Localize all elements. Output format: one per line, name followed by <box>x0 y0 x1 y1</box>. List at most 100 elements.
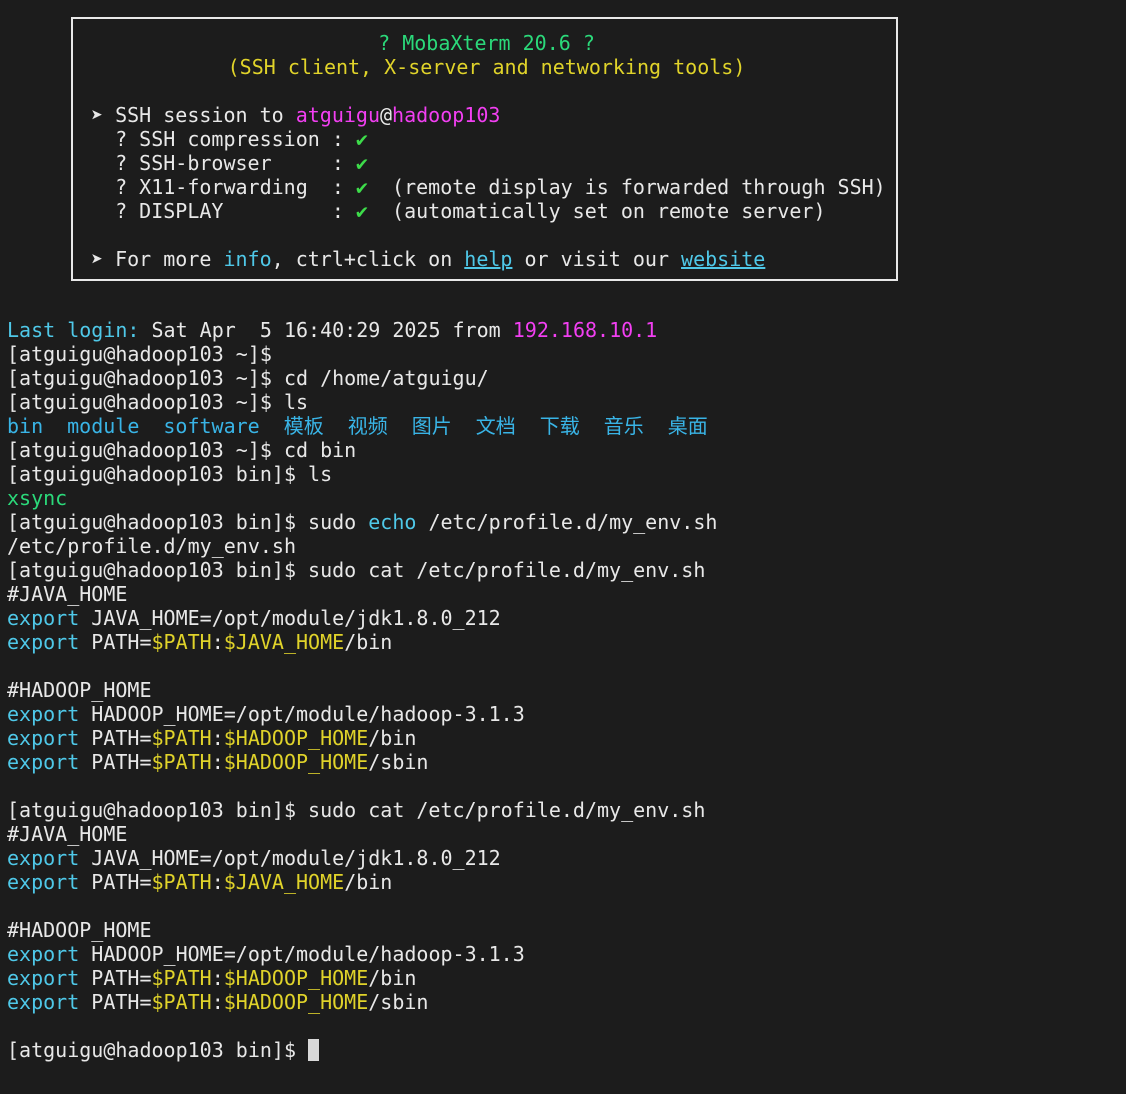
website-link[interactable]: website <box>681 247 765 271</box>
variable-ref: $JAVA_HOME <box>223 630 345 654</box>
assignment-text: PATH= <box>79 630 152 654</box>
export-keyword: export <box>7 870 80 894</box>
variable-ref: $PATH <box>151 726 212 750</box>
assignment-text: PATH= <box>79 966 152 990</box>
file-line: export JAVA_HOME=/opt/module/jdk1.8.0_21… <box>7 606 1117 630</box>
dir-entry: 桌面 <box>667 414 708 438</box>
shell-prompt: [atguigu@hadoop103 bin]$ <box>7 1038 309 1062</box>
separator-text: : <box>211 966 224 990</box>
export-keyword: export <box>7 990 80 1014</box>
file-line: export HADOOP_HOME=/opt/module/hadoop-3.… <box>7 942 1117 966</box>
dir-entry: module <box>67 414 140 438</box>
help-link[interactable]: help <box>464 247 512 271</box>
assignment-text: PATH= <box>79 870 152 894</box>
shell-prompt: [atguigu@hadoop103 ~]$ <box>7 366 272 390</box>
session-host: hadoop103 <box>392 103 501 127</box>
banner-subtitle: (SSH client, X-server and networking too… <box>227 55 746 79</box>
feature-label: ? DISPLAY : <box>91 199 356 223</box>
session-prefix: ➤ SSH session to <box>91 103 296 127</box>
active-prompt-line[interactable]: [atguigu@hadoop103 bin]$ <box>7 1038 1117 1062</box>
check-icon: ✔ <box>355 199 368 223</box>
variable-ref: $HADOOP_HOME <box>223 966 369 990</box>
last-login-time: Sat Apr 5 16:40:29 2025 from <box>139 318 513 342</box>
file-line: #HADOOP_HOME <box>7 918 1117 942</box>
separator-text: : <box>211 870 224 894</box>
dir-entry: 模板 <box>283 414 324 438</box>
banner-title: ? MobaXterm 20.6 ? <box>378 31 595 55</box>
export-keyword: export <box>7 942 80 966</box>
variable-ref: $PATH <box>151 990 212 1014</box>
assignment-text: JAVA_HOME=/opt/module/jdk1.8.0_212 <box>79 846 501 870</box>
path-suffix: /sbin <box>368 990 429 1014</box>
terminal-line: [atguigu@hadoop103 ~]$ cd bin <box>7 438 1117 462</box>
dir-entry: software <box>163 414 260 438</box>
terminal-output[interactable]: Last login: Sat Apr 5 16:40:29 2025 from… <box>7 318 1117 1062</box>
info-link[interactable]: info <box>223 247 271 271</box>
welcome-banner: ? MobaXterm 20.6 ? (SSH client, X-server… <box>71 17 898 281</box>
variable-ref: $HADOOP_HOME <box>223 750 369 774</box>
file-line: export JAVA_HOME=/opt/module/jdk1.8.0_21… <box>7 846 1117 870</box>
comment-text: #JAVA_HOME <box>7 582 128 606</box>
path-suffix: /bin <box>344 630 393 654</box>
ls-output-line: bin module software 模板 视频 图片 文档 下载 音乐 桌面 <box>7 414 1117 438</box>
session-user: atguigu <box>295 103 380 127</box>
separator-text: : <box>211 990 224 1014</box>
shell-prompt: [atguigu@hadoop103 ~]$ <box>7 438 272 462</box>
export-keyword: export <box>7 630 80 654</box>
terminal-line: [atguigu@hadoop103 bin]$ sudo cat /etc/p… <box>7 798 1117 822</box>
shell-prompt: [atguigu@hadoop103 bin]$ <box>7 558 296 582</box>
assignment-text: HADOOP_HOME=/opt/module/hadoop-3.1.3 <box>79 702 525 726</box>
feature-label: ? X11-forwarding : <box>91 175 356 199</box>
terminal-line: [atguigu@hadoop103 ~]$ ls <box>7 390 1117 414</box>
variable-ref: $PATH <box>151 966 212 990</box>
comment-text: #HADOOP_HOME <box>7 918 152 942</box>
file-line: export PATH=$PATH:$HADOOP_HOME/bin <box>7 966 1117 990</box>
more-prefix: ➤ For more <box>91 247 224 271</box>
assignment-text: JAVA_HOME=/opt/module/jdk1.8.0_212 <box>79 606 501 630</box>
separator-text: : <box>211 726 224 750</box>
banner-more-line: ➤ For more info, ctrl+click on help or v… <box>91 247 918 271</box>
export-keyword: export <box>7 750 80 774</box>
variable-ref: $PATH <box>151 870 212 894</box>
comment-text: #JAVA_HOME <box>7 822 128 846</box>
path-suffix: /bin <box>344 870 393 894</box>
feature-note: (automatically set on remote server) <box>367 199 826 223</box>
file-line: #HADOOP_HOME <box>7 678 1117 702</box>
command-text: cd bin <box>271 438 357 462</box>
last-login-ip: 192.168.10.1 <box>512 318 658 342</box>
check-icon: ✔ <box>355 151 368 175</box>
command-text: cd /home/atguigu/ <box>271 366 489 390</box>
feature-note: (remote display is forwarded through SSH… <box>367 175 886 199</box>
dir-entry: 音乐 <box>603 414 644 438</box>
command-text: sudo cat /etc/profile.d/my_env.sh <box>295 558 706 582</box>
session-at: @ <box>380 103 393 127</box>
feature-ssh-browser: ? SSH-browser : ✔ <box>91 151 918 175</box>
shell-prompt: [atguigu@hadoop103 bin]$ <box>7 798 296 822</box>
variable-ref: $HADOOP_HOME <box>223 726 369 750</box>
command-text: ls <box>271 390 309 414</box>
terminal-line: [atguigu@hadoop103 ~]$ cd /home/atguigu/ <box>7 366 1117 390</box>
output-text: /etc/profile.d/my_env.sh <box>7 534 296 558</box>
exec-file-entry: xsync <box>7 486 68 510</box>
file-line: export PATH=$PATH:$JAVA_HOME/bin <box>7 870 1117 894</box>
path-suffix: /bin <box>368 966 417 990</box>
command-text: sudo cat /etc/profile.d/my_env.sh <box>295 798 706 822</box>
terminal-line: [atguigu@hadoop103 bin]$ sudo echo /etc/… <box>7 510 1117 534</box>
export-keyword: export <box>7 726 80 750</box>
comment-text: #HADOOP_HOME <box>7 678 152 702</box>
feature-label: ? SSH-browser : <box>91 151 356 175</box>
shell-prompt: [atguigu@hadoop103 bin]$ <box>7 462 296 486</box>
shell-prompt: [atguigu@hadoop103 ~]$ <box>7 390 272 414</box>
file-line: export PATH=$PATH:$HADOOP_HOME/sbin <box>7 990 1117 1014</box>
dir-entry: 文档 <box>475 414 516 438</box>
variable-ref: $JAVA_HOME <box>223 870 345 894</box>
assignment-text: HADOOP_HOME=/opt/module/hadoop-3.1.3 <box>79 942 525 966</box>
file-line: export PATH=$PATH:$HADOOP_HOME/sbin <box>7 750 1117 774</box>
banner-session-line: ➤ SSH session to atguigu@hadoop103 <box>91 103 918 127</box>
export-keyword: export <box>7 702 80 726</box>
terminal-line: [atguigu@hadoop103 bin]$ sudo cat /etc/p… <box>7 558 1117 582</box>
file-line: #JAVA_HOME <box>7 822 1117 846</box>
terminal-line: [atguigu@hadoop103 ~]$ <box>7 342 1117 366</box>
dir-entry: 视频 <box>347 414 388 438</box>
export-keyword: export <box>7 606 80 630</box>
